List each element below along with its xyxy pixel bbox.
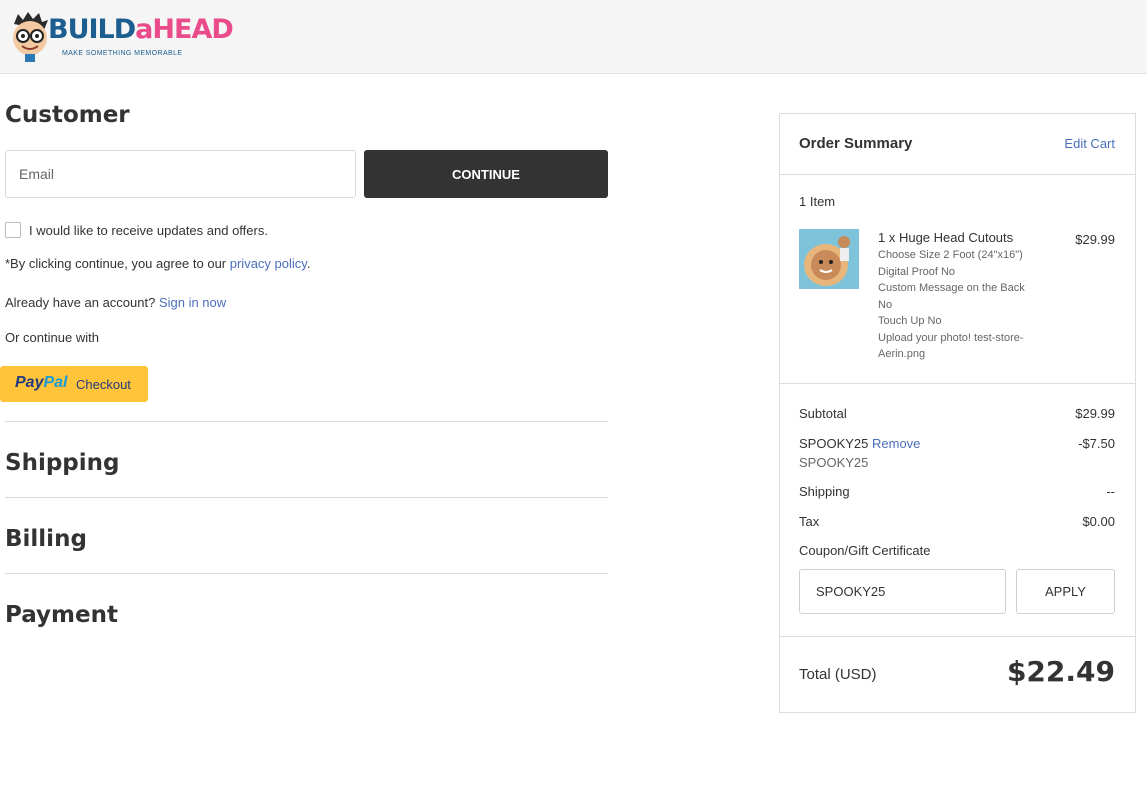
account-prefix: Already have an account? bbox=[5, 295, 159, 310]
applied-coupon: SPOOKY25 Remove bbox=[799, 436, 920, 451]
paypal-checkout-button[interactable]: PayPal Checkout bbox=[0, 366, 148, 402]
coupon-gift-certificate-link[interactable]: Coupon/Gift Certificate bbox=[799, 543, 931, 558]
summary-divider bbox=[780, 636, 1135, 637]
total-value: $22.49 bbox=[1006, 655, 1115, 688]
item-price: $29.99 bbox=[1075, 232, 1115, 247]
tax-value: $0.00 bbox=[1082, 514, 1115, 529]
item-options: Choose Size 2 Foot (24"x16") Digital Pro… bbox=[878, 247, 1038, 363]
summary-divider bbox=[780, 383, 1135, 384]
coupon-code-sub: SPOOKY25 bbox=[799, 455, 869, 470]
paypal-checkout-label: Checkout bbox=[76, 377, 131, 392]
billing-section-title: Billing bbox=[5, 526, 87, 552]
subtotal-label: Subtotal bbox=[799, 406, 847, 421]
edit-cart-link[interactable]: Edit Cart bbox=[1064, 136, 1115, 151]
privacy-agreement-text: *By clicking continue, you agree to our … bbox=[5, 256, 310, 271]
section-divider bbox=[5, 421, 608, 422]
total-label: Total (USD) bbox=[799, 666, 877, 683]
updates-label: I would like to receive updates and offe… bbox=[29, 223, 268, 238]
continue-button[interactable]: CONTINUE bbox=[364, 150, 608, 198]
order-summary-panel: Order Summary Edit Cart 1 Item 1 x Huge … bbox=[779, 113, 1136, 713]
shipping-value: -- bbox=[1106, 484, 1115, 499]
section-divider bbox=[5, 573, 608, 574]
privacy-policy-link[interactable]: privacy policy bbox=[230, 256, 307, 271]
customer-section-title: Customer bbox=[5, 102, 130, 128]
email-field-container bbox=[5, 150, 356, 198]
agree-suffix: . bbox=[306, 256, 311, 271]
payment-section-title: Payment bbox=[5, 602, 118, 628]
email-input[interactable] bbox=[6, 151, 355, 197]
paypal-logo: PayPal bbox=[15, 374, 68, 391]
apply-coupon-button[interactable]: APPLY bbox=[1016, 569, 1115, 614]
product-thumbnail bbox=[799, 229, 859, 289]
sign-in-link[interactable]: Sign in now bbox=[159, 295, 226, 310]
coupon-discount-value: -$7.50 bbox=[1078, 436, 1115, 451]
buildahead-logo[interactable]: BUILDaHEAD MAKE SOMETHING MEMORABLE bbox=[8, 8, 234, 62]
order-summary-title: Order Summary bbox=[799, 135, 913, 152]
updates-checkbox[interactable] bbox=[5, 222, 21, 238]
item-name: 1 x Huge Head Cutouts bbox=[878, 230, 1014, 245]
shipping-section-title: Shipping bbox=[5, 450, 120, 476]
logo-tagline: MAKE SOMETHING MEMORABLE bbox=[62, 50, 183, 57]
item-option: Choose Size 2 Foot (24"x16") bbox=[878, 249, 1023, 261]
remove-coupon-link[interactable]: Remove bbox=[872, 436, 920, 451]
item-count: 1 Item bbox=[799, 194, 836, 209]
shipping-label: Shipping bbox=[799, 484, 850, 499]
coupon-code: SPOOKY25 bbox=[799, 436, 869, 451]
summary-divider bbox=[780, 174, 1135, 175]
item-option: Digital Proof No bbox=[878, 265, 956, 278]
section-divider bbox=[5, 497, 608, 498]
site-header: BUILDaHEAD MAKE SOMETHING MEMORABLE bbox=[0, 0, 1147, 74]
agree-prefix: *By clicking continue, you agree to our bbox=[5, 256, 230, 271]
logo-wordmark: BUILDaHEAD bbox=[48, 14, 234, 45]
item-option: Custom Message on the Back No bbox=[878, 282, 1025, 311]
coupon-field-container bbox=[799, 569, 1006, 614]
product-image-icon bbox=[799, 229, 859, 289]
item-option: Touch Up No bbox=[878, 315, 942, 327]
continue-with-label: Or continue with bbox=[5, 330, 99, 345]
account-prompt: Already have an account? Sign in now bbox=[5, 295, 226, 310]
item-option: Upload your photo! test-store-Aerin.png bbox=[878, 331, 1024, 361]
subtotal-value: $29.99 bbox=[1075, 406, 1115, 421]
tax-label: Tax bbox=[799, 514, 820, 529]
cartoon-head-icon bbox=[13, 12, 48, 62]
coupon-input[interactable] bbox=[800, 570, 1005, 613]
